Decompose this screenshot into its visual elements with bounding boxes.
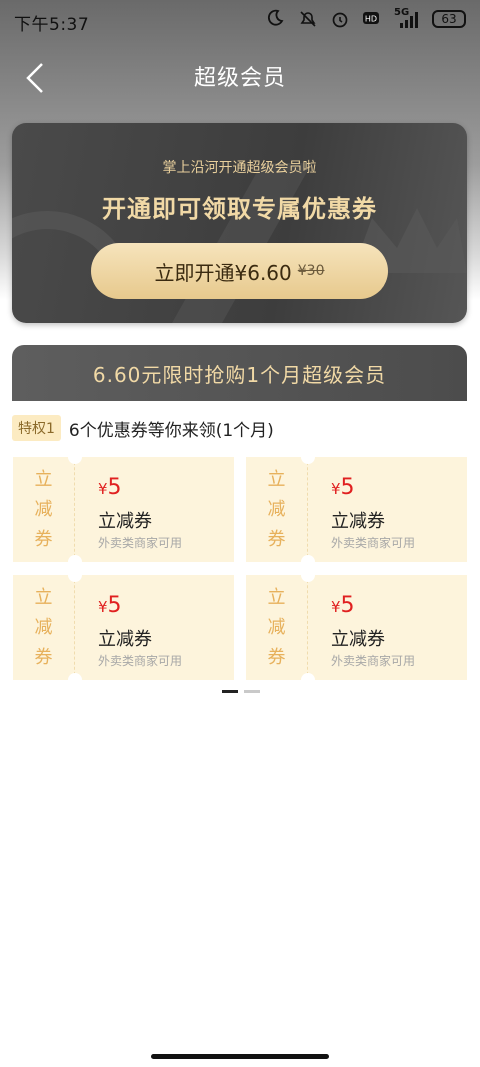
promo-subtitle: 掌上沿河开通超级会员啦 <box>162 160 317 176</box>
coupon-tag: 立 减 券 <box>13 575 75 680</box>
coupon-name: 立减券 <box>98 629 152 650</box>
page-title: 超级会员 <box>193 66 286 91</box>
coupon-amount: ¥5 <box>331 593 355 618</box>
status-time: 下午5:37 <box>14 15 90 35</box>
coupon-tag-char: 立 <box>34 468 53 490</box>
coupon-tag-char: 减 <box>34 498 53 520</box>
coupon-tag: 立 减 券 <box>246 575 308 680</box>
alarm-icon <box>330 9 352 29</box>
coupon-notch <box>68 673 82 687</box>
coupon-tag: 立 减 券 <box>13 457 75 562</box>
coupon-tag-char: 减 <box>34 616 53 638</box>
coupon-tag-char: 券 <box>34 528 53 550</box>
mute-icon <box>298 9 320 29</box>
coupon-tag-char: 立 <box>267 468 286 490</box>
coupon-card[interactable]: 立 减 券 ¥5 立减券 外卖类商家可用 <box>246 568 467 687</box>
coupon-card[interactable]: 立 减 券 ¥5 立减券 外卖类商家可用 <box>13 568 234 687</box>
signal-5g-label: 5G <box>394 7 410 18</box>
coupon-notch <box>68 568 82 582</box>
offer-banner: 6.60元限时抢购1个月超级会员 <box>12 345 467 401</box>
hd-icon: HD <box>362 9 384 29</box>
privilege-text: 6个优惠券等你来领(1个月) <box>68 420 274 441</box>
coupon-notch <box>301 450 315 464</box>
coupon-amount: ¥5 <box>331 475 355 500</box>
promo-card: 掌上沿河开通超级会员啦 开通即可领取专属优惠券 立即开通¥6.60 ¥30 <box>12 123 467 323</box>
pager-dot-active[interactable] <box>222 690 238 693</box>
svg-text:HD: HD <box>365 15 377 24</box>
nav-bar: 超级会员 <box>0 48 480 104</box>
pager-dot[interactable] <box>244 690 260 693</box>
coupon-tag-char: 立 <box>267 586 286 608</box>
coupon-notch <box>68 555 82 569</box>
status-icons: HD 5G 63 <box>266 7 466 29</box>
coupon-notch <box>301 555 315 569</box>
coupon-tag-char: 券 <box>267 528 286 550</box>
coupon-desc: 外卖类商家可用 <box>98 654 183 668</box>
coupon-desc: 外卖类商家可用 <box>331 654 416 668</box>
coupon-value: 5 <box>107 475 122 500</box>
coupon-card[interactable]: 立 减 券 ¥5 立减券 外卖类商家可用 <box>13 450 234 569</box>
coupon-name: 立减券 <box>331 511 385 532</box>
coupon-name: 立减券 <box>331 629 385 650</box>
coupon-desc: 外卖类商家可用 <box>331 536 416 550</box>
coupon-tag-char: 券 <box>34 646 53 668</box>
promo-title: 开通即可领取专属优惠券 <box>102 195 377 223</box>
open-membership-label: 立即开通¥6.60 <box>154 260 292 285</box>
coupon-value: 5 <box>107 593 122 618</box>
original-price: ¥30 <box>297 263 325 279</box>
coupon-notch <box>301 568 315 582</box>
coupon-tag-char: 券 <box>267 646 286 668</box>
coupon-tag-char: 减 <box>267 616 286 638</box>
coupon-tag: 立 减 券 <box>246 457 308 562</box>
coupon-name: 立减券 <box>98 511 152 532</box>
coupon-amount: ¥5 <box>98 475 122 500</box>
coupon-tag-char: 减 <box>267 498 286 520</box>
privilege-row: 特权1 6个优惠券等你来领(1个月) <box>12 413 274 443</box>
coupon-currency: ¥ <box>331 480 341 498</box>
coupon-notch <box>68 450 82 464</box>
coupon-currency: ¥ <box>98 598 108 616</box>
coupon-currency: ¥ <box>98 480 108 498</box>
coupon-value: 5 <box>340 593 355 618</box>
coupon-card[interactable]: 立 减 券 ¥5 立减券 外卖类商家可用 <box>246 450 467 569</box>
coupon-tag-char: 立 <box>34 586 53 608</box>
open-membership-button[interactable]: 立即开通¥6.60 ¥30 <box>91 243 388 299</box>
privilege-badge: 特权1 <box>12 415 61 441</box>
coupon-amount: ¥5 <box>98 593 122 618</box>
home-indicator[interactable] <box>151 1054 329 1059</box>
signal-icon: 5G <box>394 7 422 29</box>
coupon-pager <box>222 690 260 693</box>
coupon-currency: ¥ <box>331 598 341 616</box>
status-bar: 下午5:37 HD 5G 63 <box>0 0 480 40</box>
moon-icon <box>266 9 288 29</box>
battery-icon: 63 <box>432 10 466 28</box>
coupon-value: 5 <box>340 475 355 500</box>
coupon-desc: 外卖类商家可用 <box>98 536 183 550</box>
coupon-notch <box>301 673 315 687</box>
